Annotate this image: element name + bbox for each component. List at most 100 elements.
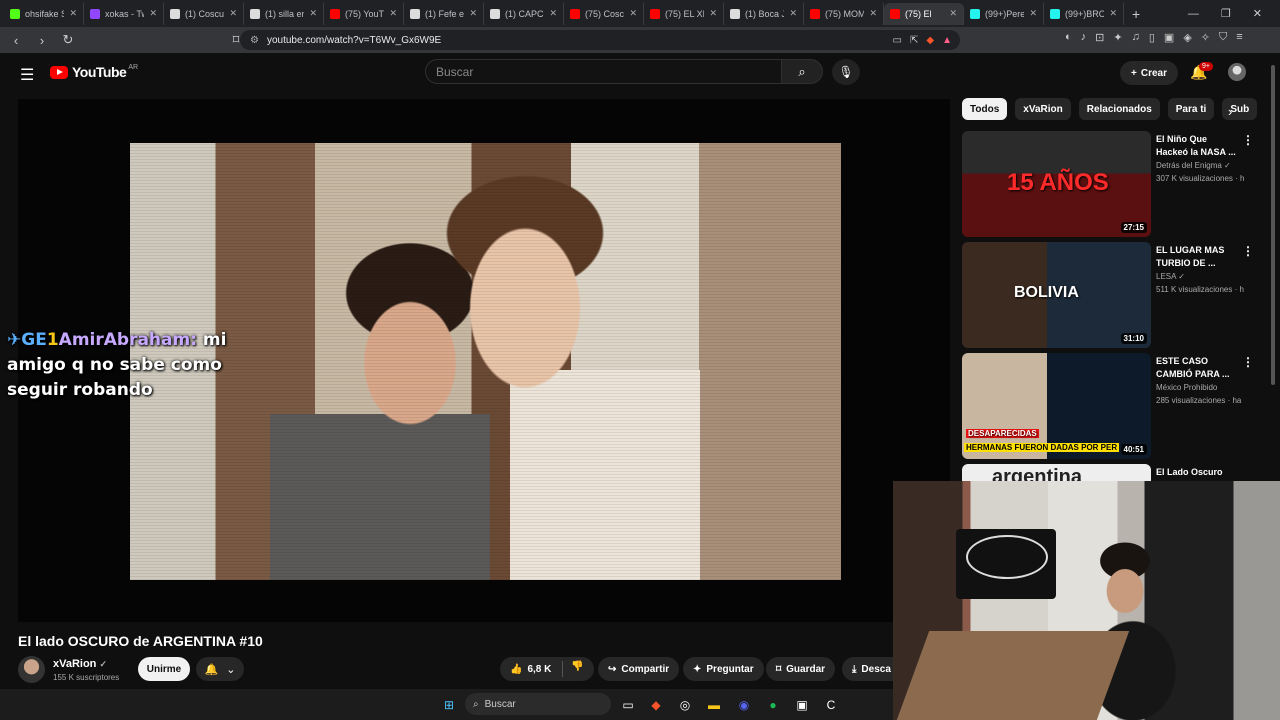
audio-icon[interactable]: ♪: [1081, 31, 1087, 44]
tab-close-icon[interactable]: ✕: [789, 8, 797, 19]
tab-close-icon[interactable]: ✕: [949, 8, 957, 19]
like-button[interactable]: 👍 6,8 K 👎: [500, 657, 594, 681]
browser-tab[interactable]: (1) Boca Junio ✕: [724, 2, 804, 25]
tab-close-icon[interactable]: ✕: [69, 8, 77, 19]
tab-close-icon[interactable]: ✕: [149, 8, 157, 19]
channel-name[interactable]: xVaRion ✓: [53, 658, 107, 670]
share-icon[interactable]: ⇱: [910, 35, 918, 46]
shield-icon[interactable]: ⛉: [1219, 31, 1227, 44]
sidebar-icon[interactable]: ▯: [1149, 31, 1155, 44]
wallet-icon[interactable]: ▣: [1164, 31, 1174, 44]
download-button[interactable]: ⤓ Desca: [842, 657, 893, 681]
voice-search-button[interactable]: 🎙: [832, 59, 860, 85]
thumbs-down-icon[interactable]: 👎: [562, 661, 584, 677]
recommended-title[interactable]: EL LUGAR MAS TURBIO DE ...: [1156, 244, 1236, 270]
video-thumbnail[interactable]: BOLIVIA 31:10: [962, 242, 1151, 348]
browser-tab[interactable]: (99+)Pereira y ✕: [964, 2, 1044, 25]
hamburger-menu-icon[interactable]: ☰: [20, 65, 34, 85]
filter-chip[interactable]: Para ti: [1167, 98, 1215, 120]
recommended-title[interactable]: El Niño Que Hackeó la NASA ...: [1156, 133, 1236, 159]
browser-tab[interactable]: ohsifake Stre ✕: [4, 2, 84, 25]
task-view-icon[interactable]: ▭: [619, 696, 637, 714]
recommended-channel[interactable]: México Prohibido: [1156, 383, 1217, 392]
video-thumbnail[interactable]: 15 AÑOS 27:15: [962, 131, 1151, 237]
new-tab-button[interactable]: +: [1132, 6, 1140, 22]
app-icon[interactable]: ◎: [676, 696, 694, 714]
subscription-bell-button[interactable]: 🔔 ⌄: [196, 657, 244, 681]
share-button[interactable]: ↪ Compartir: [598, 657, 680, 681]
tab-close-icon[interactable]: ✕: [629, 8, 637, 19]
youtube-logo[interactable]: YouTube AR: [50, 64, 138, 80]
browser-tab[interactable]: (75) El ✕: [884, 2, 964, 25]
browser-tab[interactable]: (75) Coscu ft. ✕: [564, 2, 644, 25]
tab-close-icon[interactable]: ✕: [869, 8, 877, 19]
reload-icon[interactable]: ↻: [58, 32, 78, 48]
filter-chip[interactable]: Relacionados: [1078, 98, 1160, 120]
tab-close-icon[interactable]: ✕: [1029, 8, 1037, 19]
media-icon[interactable]: ♫: [1132, 31, 1140, 44]
brave-shield-icon[interactable]: ◆: [926, 35, 934, 46]
more-options-icon[interactable]: ⋮: [1242, 244, 1254, 258]
back-icon[interactable]: ‹: [6, 33, 26, 48]
site-info-icon[interactable]: ⚙: [250, 35, 259, 46]
tab-search-icon[interactable]: ⊡: [1095, 31, 1104, 44]
windows-start-icon[interactable]: ⊞: [440, 696, 458, 714]
browser-tab[interactable]: (75) EL XENE ✕: [644, 2, 724, 25]
tab-close-icon[interactable]: ✕: [549, 8, 557, 19]
more-options-icon[interactable]: ⋮: [1242, 133, 1254, 147]
maximize-icon[interactable]: ❐: [1221, 7, 1231, 20]
extension-icon[interactable]: ◐: [1065, 31, 1072, 44]
ask-button[interactable]: ✦ Preguntar: [683, 657, 764, 681]
recommended-video[interactable]: DESAPARECIDAS HERMANAS FUERON DADAS POR P…: [962, 353, 1262, 459]
filter-chip[interactable]: xVaRion: [1015, 98, 1071, 120]
vpn-icon[interactable]: ◈: [1183, 31, 1191, 44]
filter-chip[interactable]: Todos: [962, 98, 1008, 120]
browser-tab[interactable]: (99+)BRONC ✕: [1044, 2, 1124, 25]
save-button[interactable]: ⌑ Guardar: [766, 657, 836, 681]
puzzle-icon[interactable]: ✦: [1113, 31, 1122, 44]
more-options-icon[interactable]: ⋮: [1242, 355, 1254, 369]
browser-tab[interactable]: (1) CAPCOM ✕: [484, 2, 564, 25]
browser-tab[interactable]: xokas - Tw ✕: [84, 2, 164, 25]
join-button[interactable]: Unirme: [138, 657, 190, 681]
forward-icon[interactable]: ›: [32, 33, 52, 48]
recommended-channel[interactable]: Detrás del Enigma ✓: [1156, 161, 1231, 170]
file-explorer-icon[interactable]: ▬: [705, 696, 723, 714]
chevron-right-icon[interactable]: ›: [1228, 104, 1232, 119]
user-avatar[interactable]: [1228, 63, 1246, 81]
recommended-title[interactable]: ESTE CASO CAMBIÓ PARA ...: [1156, 355, 1236, 381]
search-input[interactable]: Buscar: [425, 59, 782, 84]
tab-close-icon[interactable]: ✕: [469, 8, 477, 19]
recommended-channel[interactable]: LESA ✓: [1156, 272, 1185, 281]
channel-avatar[interactable]: [18, 656, 45, 683]
browser-tab[interactable]: (75) MOMO l ✕: [804, 2, 884, 25]
tab-close-icon[interactable]: ✕: [309, 8, 317, 19]
video-thumbnail[interactable]: DESAPARECIDAS HERMANAS FUERON DADAS POR P…: [962, 353, 1151, 459]
brave-browser-icon[interactable]: ◆: [647, 696, 665, 714]
close-icon[interactable]: ✕: [1253, 7, 1262, 20]
tab-close-icon[interactable]: ✕: [709, 8, 717, 19]
recommended-video[interactable]: BOLIVIA 31:10 EL LUGAR MAS TURBIO DE ... LE…: [962, 242, 1262, 348]
tab-close-icon[interactable]: ✕: [389, 8, 397, 19]
minimize-icon[interactable]: —: [1188, 8, 1199, 20]
page-scrollbar[interactable]: [1271, 65, 1275, 385]
taskbar-search[interactable]: ⌕ Buscar: [465, 693, 611, 715]
create-button[interactable]: + Crear: [1120, 61, 1178, 85]
cast-icon[interactable]: ▭: [893, 35, 902, 46]
recommended-video[interactable]: 15 AÑOS 27:15 El Niño Que Hackeó la NASA .…: [962, 131, 1262, 237]
address-bar[interactable]: ⚙ youtube.com/watch?v=T6Wv_Gx6W9E ▭ ⇱ ◆ …: [240, 30, 960, 50]
menu-icon[interactable]: ≡: [1236, 31, 1242, 44]
tab-close-icon[interactable]: ✕: [229, 8, 237, 19]
tab-close-icon[interactable]: ✕: [1109, 8, 1117, 19]
browser-tab[interactable]: (75) YouTube ✕: [324, 2, 404, 25]
leo-icon[interactable]: ✧: [1201, 31, 1210, 44]
browser-tab[interactable]: (1) CoscuArm ✕: [164, 2, 244, 25]
ccleaner-icon[interactable]: C: [822, 696, 840, 714]
discord-icon[interactable]: ◉: [735, 696, 753, 714]
dc-app-icon[interactable]: ▣: [793, 696, 811, 714]
browser-tab[interactable]: (1) Fefe en X ✕: [404, 2, 484, 25]
browser-tab[interactable]: (1) silla en X ✕: [244, 2, 324, 25]
search-button[interactable]: ⌕: [781, 59, 823, 84]
brave-rewards-icon[interactable]: ▲: [942, 35, 952, 46]
spotify-icon[interactable]: ●: [764, 696, 782, 714]
